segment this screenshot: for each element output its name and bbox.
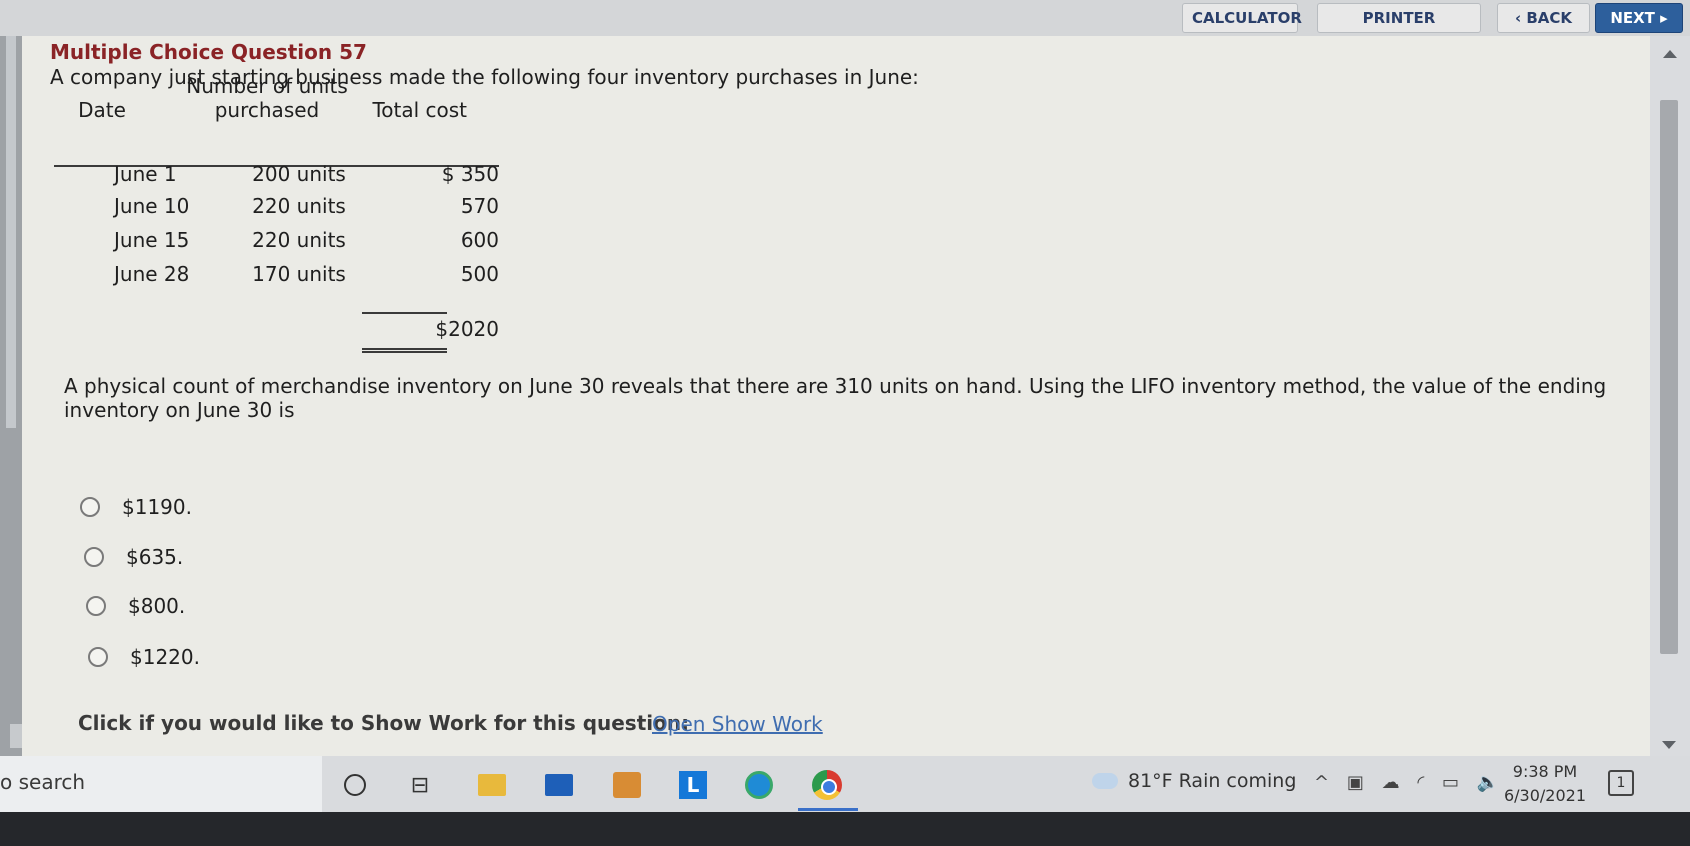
onedrive-icon[interactable]: ☁ bbox=[1382, 772, 1400, 793]
answer-option-label: $800. bbox=[128, 594, 186, 618]
answer-option-label: $1220. bbox=[130, 645, 200, 669]
clock-date: 6/30/2021 bbox=[1503, 786, 1587, 805]
radio-button[interactable] bbox=[84, 547, 104, 567]
cortana-icon[interactable] bbox=[340, 770, 370, 800]
scroll-down-icon[interactable] bbox=[1662, 741, 1676, 749]
windows-taskbar: o search ⊟ L 81°F Rain coming ^ ▣ ☁ ◜ ▭ … bbox=[0, 756, 1690, 812]
vertical-scrollbar[interactable] bbox=[1650, 36, 1690, 756]
edge-icon[interactable] bbox=[744, 770, 774, 800]
column-header-units: Number of units purchased bbox=[182, 74, 352, 122]
column-header-units-line1: Number of units bbox=[186, 74, 348, 98]
column-header-cost: Total cost bbox=[372, 98, 467, 122]
column-header-units-line2: purchased bbox=[214, 98, 320, 122]
table-row: June 10 220 units 570 bbox=[54, 194, 499, 228]
cell-units: 170 units bbox=[252, 262, 346, 286]
table-row: June 15 220 units 600 bbox=[54, 228, 499, 262]
left-frame-scroll[interactable] bbox=[6, 36, 16, 428]
app-icon[interactable] bbox=[612, 770, 642, 800]
monitor-bezel bbox=[0, 812, 1690, 846]
next-button[interactable]: NEXT ▸ bbox=[1595, 3, 1683, 33]
show-work-prompt: Click if you would like to Show Work for… bbox=[78, 711, 690, 735]
task-view-icon[interactable]: ⊟ bbox=[405, 770, 435, 800]
cell-date: June 10 bbox=[114, 194, 190, 218]
answer-option-label: $635. bbox=[126, 545, 184, 569]
mail-icon[interactable] bbox=[544, 770, 574, 800]
top-toolbar: CALCULATOR PRINTER VERSION ‹ BACK NEXT ▸ bbox=[0, 0, 1690, 55]
weather-text: 81°F Rain coming bbox=[1128, 770, 1297, 792]
sum-rule bbox=[362, 312, 447, 314]
system-tray: ^ ▣ ☁ ◜ ▭ 🔈 bbox=[1314, 772, 1511, 793]
printer-version-button[interactable]: PRINTER VERSION bbox=[1317, 3, 1481, 55]
active-app-indicator bbox=[798, 808, 858, 811]
cell-units: 200 units bbox=[252, 162, 346, 186]
calculator-button[interactable]: CALCULATOR bbox=[1182, 3, 1302, 33]
system-clock[interactable]: 9:38 PM 6/30/2021 bbox=[1500, 760, 1590, 808]
battery-icon[interactable]: ▭ bbox=[1442, 772, 1459, 793]
cell-units: 220 units bbox=[252, 228, 346, 252]
notification-count: 1 bbox=[1616, 775, 1626, 791]
cell-units: 220 units bbox=[252, 194, 346, 218]
table-total: $2020 bbox=[435, 317, 499, 341]
radio-button[interactable] bbox=[80, 497, 100, 517]
question-title: Multiple Choice Question 57 bbox=[50, 40, 367, 64]
question-intro: A company just starting business made th… bbox=[50, 65, 919, 89]
cell-date: June 15 bbox=[114, 228, 190, 252]
teams-icon[interactable]: ▣ bbox=[1347, 772, 1364, 793]
l-app-icon[interactable]: L bbox=[678, 770, 708, 800]
scroll-up-icon[interactable] bbox=[1663, 50, 1677, 58]
cell-date: June 1 bbox=[114, 162, 177, 186]
open-show-work-link[interactable]: Open Show Work bbox=[652, 712, 823, 736]
question-page: Multiple Choice Question 57 A company ju… bbox=[22, 36, 1650, 756]
answer-option-2[interactable]: $635. bbox=[84, 542, 183, 572]
weather-widget[interactable]: 81°F Rain coming bbox=[1092, 770, 1296, 792]
cell-cost: $ 350 bbox=[441, 162, 499, 186]
volume-icon[interactable]: 🔈 bbox=[1477, 772, 1499, 793]
answer-option-4[interactable]: $1220. bbox=[88, 642, 200, 672]
answer-option-3[interactable]: $800. bbox=[86, 591, 185, 621]
search-placeholder: o search bbox=[0, 770, 86, 794]
file-explorer-icon[interactable] bbox=[477, 770, 507, 800]
cell-cost: 600 bbox=[460, 228, 499, 252]
notification-center-icon[interactable]: 1 bbox=[1608, 770, 1634, 796]
answer-option-label: $1190. bbox=[122, 495, 192, 519]
cell-date: June 28 bbox=[114, 262, 190, 286]
weather-cloud-icon bbox=[1092, 773, 1118, 789]
total-double-rule bbox=[362, 348, 447, 353]
back-button[interactable]: ‹ BACK bbox=[1497, 3, 1590, 33]
chrome-icon[interactable] bbox=[812, 770, 842, 800]
scrollbar-thumb[interactable] bbox=[1660, 100, 1678, 654]
left-frame bbox=[0, 36, 22, 756]
table-row: June 28 170 units 500 bbox=[54, 262, 499, 296]
radio-button[interactable] bbox=[88, 647, 108, 667]
radio-button[interactable] bbox=[86, 596, 106, 616]
answer-option-1[interactable]: $1190. bbox=[80, 492, 192, 522]
table-row: June 1 200 units $ 350 bbox=[54, 162, 499, 196]
chevron-up-icon[interactable]: ^ bbox=[1314, 772, 1329, 793]
wifi-icon[interactable]: ◜ bbox=[1417, 772, 1424, 793]
taskbar-search-box[interactable]: o search bbox=[0, 756, 322, 812]
question-stem: A physical count of merchandise inventor… bbox=[64, 374, 1607, 422]
column-header-date: Date bbox=[78, 98, 126, 122]
clock-time: 9:38 PM bbox=[1512, 762, 1578, 781]
cell-cost: 500 bbox=[460, 262, 499, 286]
cell-cost: 570 bbox=[460, 194, 499, 218]
